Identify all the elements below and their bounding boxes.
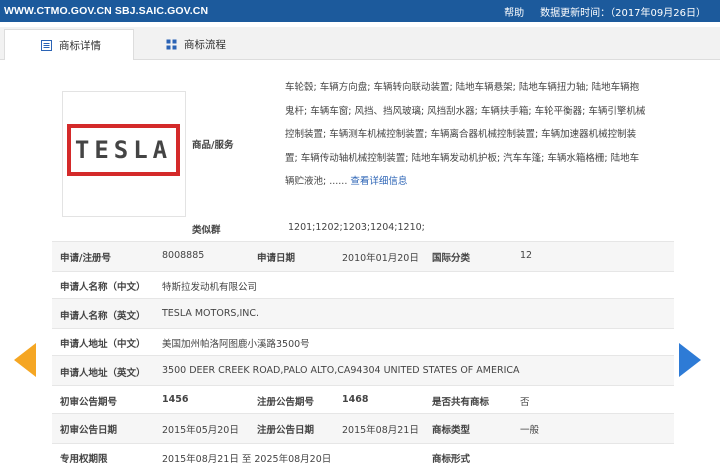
top-bar: WWW.CTMO.GOV.CN SBJ.SAIC.GOV.CN 帮助 数据更新时… bbox=[0, 0, 720, 22]
help-link[interactable]: 帮助 bbox=[504, 4, 524, 19]
reg-no-label: 申请/注册号 bbox=[60, 253, 111, 264]
address-en-value: 3500 DEER CREEK ROAD,PALO ALTO,CA94304 U… bbox=[162, 365, 520, 376]
applicant-cn-label: 申请人名称（中文） bbox=[60, 282, 146, 293]
prelim-issue-value: 1456 bbox=[162, 394, 189, 405]
trademark-image: TESLA bbox=[62, 91, 186, 217]
goods-line: 车轮毂; 车辆方向盘; 车辆转向联动装置; 陆地车辆悬架; 陆地车辆扭力轴; 陆… bbox=[285, 82, 640, 93]
address-cn-value: 美国加州帕洛阿图鹿小溪路3500号 bbox=[162, 339, 310, 350]
reg-date-value: 2015年08月21日 bbox=[342, 425, 419, 436]
goods-services-list: 车轮毂; 车辆方向盘; 车辆转向联动装置; 陆地车辆悬架; 陆地车辆扭力轴; 陆… bbox=[285, 76, 670, 194]
app-date-label: 申请日期 bbox=[257, 253, 296, 264]
goods-line: 鬼杆; 车辆车窗; 风挡、挡风玻璃; 风挡刮水器; 车辆扶手箱; 车轮平衡器; … bbox=[285, 105, 646, 117]
tab-label: 商标流程 bbox=[184, 39, 226, 51]
intl-class-value: 12 bbox=[520, 250, 533, 261]
applicant-en-value: TESLA MOTORS,INC. bbox=[162, 308, 260, 319]
goods-label: 商品/服务 bbox=[192, 140, 234, 151]
type-value: 一般 bbox=[520, 425, 540, 436]
shared-label: 是否共有商标 bbox=[432, 397, 490, 408]
address-cn-label: 申请人地址（中文） bbox=[60, 339, 146, 350]
excl-period-value: 2015年08月21日 至 2025年08月20日 bbox=[162, 454, 332, 463]
arrow-right-icon[interactable] bbox=[679, 343, 701, 377]
applicant-cn-value: 特斯拉发动机有限公司 bbox=[162, 282, 258, 293]
prelim-date-label: 初审公告日期 bbox=[60, 425, 118, 436]
goods-line: 辆贮液池; ...... bbox=[285, 176, 348, 187]
app-date-value: 2010年01月20日 bbox=[342, 253, 419, 264]
update-time: 数据更新时间：（2017年09月26日） bbox=[540, 7, 706, 19]
tab-trademark-process[interactable]: 商标流程 bbox=[136, 29, 260, 60]
class-group-value: 1201;1202;1203;1204;1210; bbox=[288, 222, 425, 233]
trademark-logo: TESLA bbox=[67, 124, 180, 176]
type-label: 商标类型 bbox=[432, 425, 471, 436]
prelim-date-value: 2015年05月20日 bbox=[162, 425, 239, 436]
reg-no-value: 8008885 bbox=[162, 250, 205, 261]
intl-class-label: 国际分类 bbox=[432, 253, 471, 264]
goods-line: 控制装置; 车辆测车机械控制装置; 车辆离合器机械控制装置; 车辆加速器机械控制… bbox=[285, 129, 637, 140]
prelim-issue-label: 初审公告期号 bbox=[60, 397, 118, 408]
tab-label: 商标详情 bbox=[59, 39, 101, 52]
tab-trademark-detail[interactable]: 商标详情 bbox=[4, 29, 134, 60]
applicant-en-label: 申请人名称（英文） bbox=[60, 311, 146, 322]
reg-issue-value: 1468 bbox=[342, 394, 369, 405]
list-icon bbox=[41, 39, 52, 51]
goods-line: 置; 车辆传动轴机械控制装置; 陆地车辆发动机护板; 汽车车篷; 车辆水箱格栅;… bbox=[285, 152, 640, 164]
address-en-label: 申请人地址（英文） bbox=[60, 368, 146, 379]
site-url: WWW.CTMO.GOV.CN SBJ.SAIC.GOV.CN bbox=[4, 5, 209, 17]
form-label: 商标形式 bbox=[432, 454, 471, 463]
arrow-left-icon[interactable] bbox=[14, 343, 36, 377]
grid-icon bbox=[166, 39, 177, 50]
tab-bar: 商标详情 商标流程 bbox=[0, 27, 720, 60]
logo-text: TESLA bbox=[74, 136, 173, 164]
shared-value: 否 bbox=[520, 397, 530, 408]
view-details-link[interactable]: 查看详细信息 bbox=[350, 176, 407, 187]
class-group-label: 类似群 bbox=[192, 225, 221, 236]
excl-period-label: 专用权期限 bbox=[60, 454, 108, 463]
reg-date-label: 注册公告日期 bbox=[257, 425, 315, 436]
reg-issue-label: 注册公告期号 bbox=[257, 397, 315, 408]
detail-panel: TESLA 商品/服务 车轮毂; 车辆方向盘; 车辆转向联动装置; 陆地车辆悬架… bbox=[52, 64, 674, 463]
